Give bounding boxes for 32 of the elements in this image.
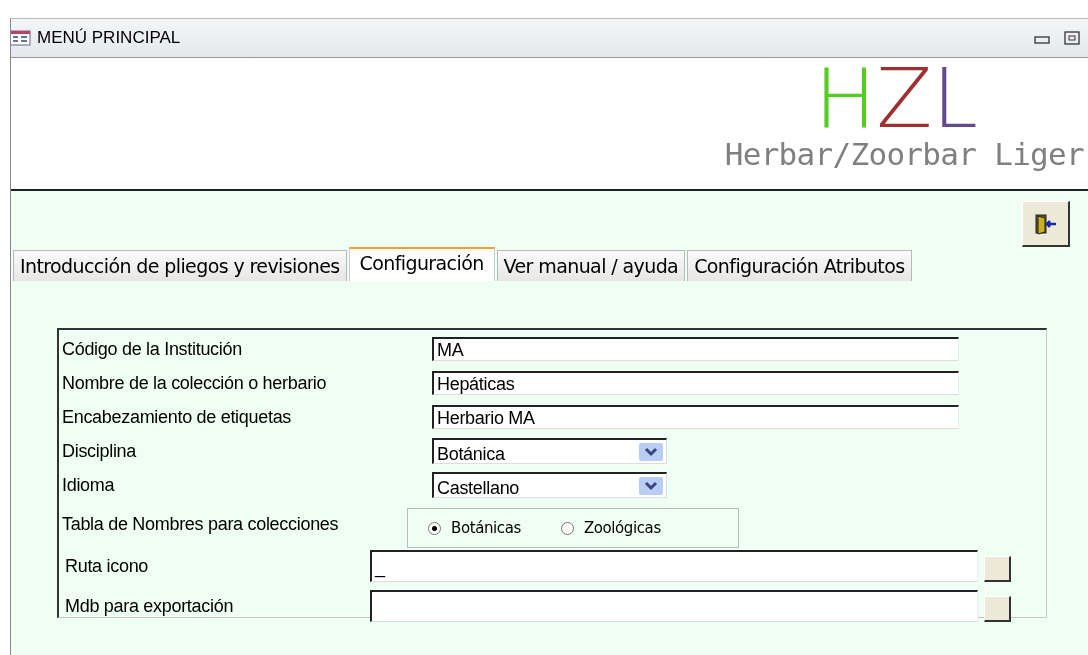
door-icon [1033,212,1058,235]
tab[interactable]: Ver manual / ayuda [496,250,686,281]
text-field[interactable]: MA [432,337,959,361]
dropdown[interactable]: Castellano [432,472,667,498]
exit-button[interactable] [1022,201,1070,247]
radio-button[interactable] [560,521,574,535]
text-field[interactable]: _ [370,550,978,582]
chevron-down-icon [639,476,663,495]
text-field[interactable]: Hepáticas [432,371,959,395]
tab[interactable]: Introducción de pliegos y revisiones [13,250,347,281]
field-label: Ruta icono [64,555,150,577]
tab[interactable]: Configuración Atributos [687,250,912,281]
radio-label: Botánicas [451,519,521,537]
browse-button[interactable] [984,596,1011,622]
field-label: Código de la Institución [61,338,243,360]
chevron-down-icon [639,442,663,461]
field-label: Mdb para exportación [64,595,235,617]
tab[interactable]: Configuración [348,247,495,281]
browse-button[interactable] [984,556,1011,582]
form-icon [11,30,31,46]
field-label: Nombre de la colección o herbario [61,372,328,394]
field-label: Disciplina [61,440,138,462]
dropdown[interactable]: Botánica [432,438,667,464]
radio-button[interactable] [428,521,441,535]
text-field[interactable] [370,590,978,622]
restore-icon[interactable] [1064,31,1080,45]
text-field[interactable]: Herbario MA [432,405,959,429]
field-label: Encabezamiento de etiquetas [61,406,293,428]
field-label: Tabla de Nombres para colecciones [61,513,340,535]
radio-label: Zoológicas [583,519,661,537]
window-title: MENÚ PRINCIPAL [37,28,182,48]
field-label: Idioma [61,474,116,496]
